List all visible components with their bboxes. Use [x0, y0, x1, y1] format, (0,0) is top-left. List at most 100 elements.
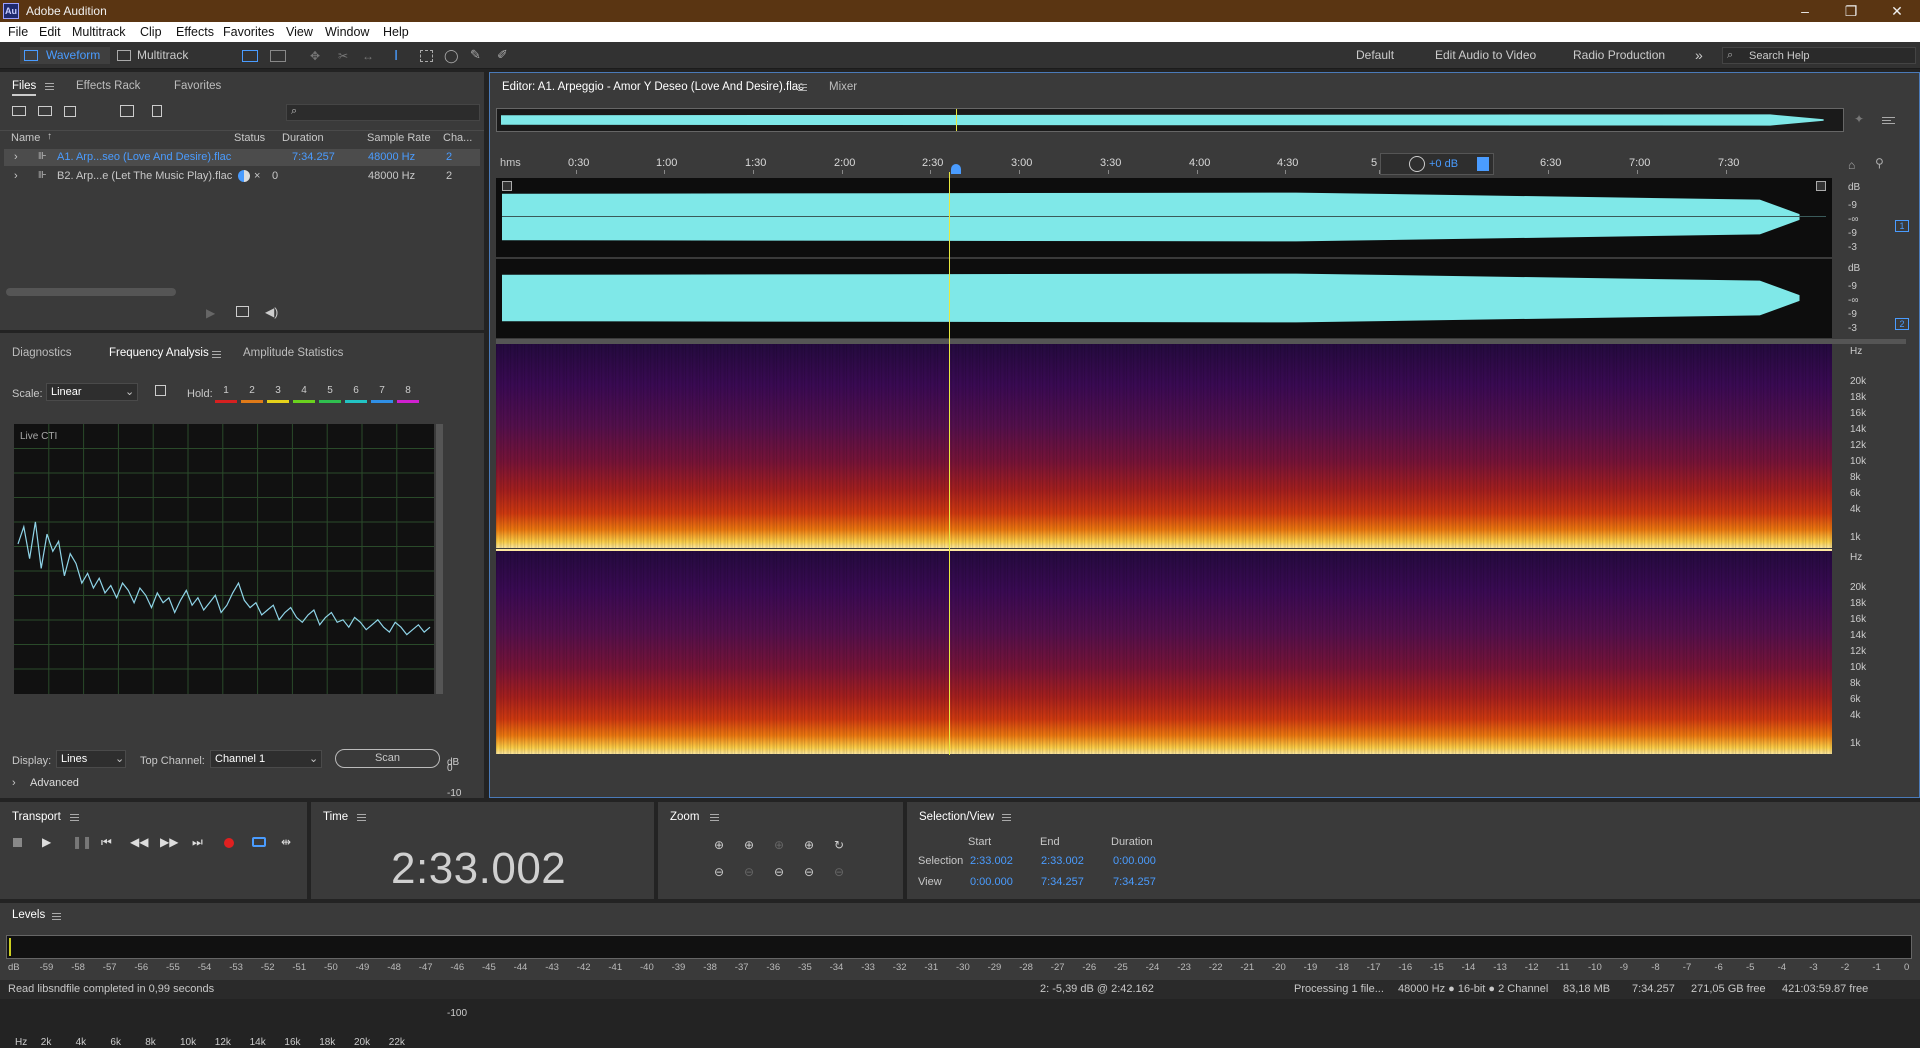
zoom-out-full-icon[interactable]: ⊖	[804, 865, 814, 879]
scale-dropdown[interactable]: Linear ⌄	[46, 383, 138, 401]
play-icon[interactable]: ▶	[42, 835, 51, 849]
zoom-in-amplitude-icon[interactable]: ⊕	[714, 838, 724, 852]
skip-to-start-icon[interactable]: ⏮	[101, 835, 112, 850]
rewind-icon[interactable]: ◀◀	[130, 835, 148, 849]
view-start[interactable]: 0:00.000	[970, 876, 1013, 888]
spectral-channel-2[interactable]	[496, 550, 1832, 754]
workspace-radio-production[interactable]: Radio Production	[1573, 47, 1665, 64]
zoom-in-amplitude-icon[interactable]: ✦	[1854, 112, 1864, 126]
brush-tool-icon[interactable]: ✎	[470, 47, 481, 63]
autoplay-icon[interactable]: ◀)	[265, 305, 278, 319]
volume-hud[interactable]: +0 dB	[1380, 153, 1494, 175]
tab-amplitude-statistics[interactable]: Amplitude Statistics	[243, 347, 343, 359]
close-button[interactable]: ✕	[1874, 0, 1920, 22]
advanced-expand-icon[interactable]: ›	[12, 777, 16, 789]
slip-tool-icon[interactable]: ↔	[362, 49, 374, 63]
expand-arrow-icon[interactable]: ›	[14, 170, 18, 182]
stop-icon[interactable]	[13, 838, 22, 847]
expand-arrow-icon[interactable]: ›	[14, 151, 18, 163]
waveform-channel-1[interactable]	[496, 178, 1832, 257]
panel-menu-icon[interactable]	[1002, 814, 1011, 821]
zoom-reset-icon[interactable]: ↻	[834, 838, 844, 852]
playhead-handle[interactable]	[951, 164, 961, 174]
loop-playback-icon[interactable]	[252, 837, 266, 847]
hold-button-7[interactable]: 7	[371, 382, 393, 404]
waveform-mode-button[interactable]: Waveform	[20, 47, 110, 64]
zoom-tracks-icon[interactable]: ⊖	[834, 865, 844, 879]
hold-button-5[interactable]: 5	[319, 382, 341, 404]
menu-multitrack[interactable]: Multitrack	[72, 25, 125, 39]
workspace-default[interactable]: Default	[1356, 47, 1394, 64]
zoom-out-time-icon[interactable]: ⊖	[744, 865, 754, 879]
panel-menu-icon[interactable]	[212, 351, 221, 358]
pin-icon[interactable]	[1477, 157, 1489, 171]
column-name[interactable]: Name	[11, 132, 40, 144]
column-channels[interactable]: Cha...	[443, 132, 472, 144]
tab-mixer[interactable]: Mixer	[829, 81, 857, 93]
menu-effects[interactable]: Effects	[176, 25, 214, 39]
play-preview-icon[interactable]: ▶	[206, 306, 215, 320]
table-row[interactable]: › ⊪ B2. Arp...e (Let The Music Play).fla…	[4, 168, 480, 185]
snap-icon[interactable]: ⌂	[1848, 158, 1855, 172]
waveform-channel-2[interactable]	[496, 259, 1832, 338]
editor-tab[interactable]: Editor: A1. Arpeggio - Amor Y Deseo (Lov…	[502, 81, 804, 93]
menu-file[interactable]: File	[8, 25, 28, 39]
panel-menu-icon[interactable]	[45, 83, 54, 90]
marquee-tool-icon[interactable]	[420, 50, 433, 62]
menu-help[interactable]: Help	[383, 25, 409, 39]
multitrack-mode-button[interactable]: Multitrack	[113, 47, 193, 64]
panel-options-icon[interactable]	[1882, 117, 1895, 124]
channel-badge-2[interactable]: 2	[1895, 318, 1909, 330]
pause-icon[interactable]: ❚❚	[72, 835, 92, 849]
advanced-label[interactable]: Advanced	[30, 777, 79, 789]
hold-button-1[interactable]: 1	[215, 382, 237, 404]
restore-button[interactable]: ❐	[1828, 0, 1874, 22]
menu-clip[interactable]: Clip	[140, 25, 162, 39]
menu-edit[interactable]: Edit	[39, 25, 61, 39]
zoom-full-icon[interactable]: ⊕	[774, 838, 784, 852]
panel-menu-icon[interactable]	[70, 814, 79, 821]
move-tool-icon[interactable]: ✥	[310, 49, 324, 63]
display-dropdown[interactable]: Lines ⌄	[56, 750, 126, 768]
lock-icon[interactable]	[155, 385, 166, 396]
workspace-edit-audio-to-video[interactable]: Edit Audio to Video	[1435, 47, 1536, 64]
view-end[interactable]: 7:34.257	[1041, 876, 1084, 888]
zoom-selection-icon[interactable]: ⊖	[774, 865, 784, 879]
column-sample-rate[interactable]: Sample Rate	[367, 132, 431, 144]
tab-effects-rack[interactable]: Effects Rack	[76, 80, 140, 92]
panel-menu-icon[interactable]	[52, 913, 61, 920]
time-display[interactable]: 2:33.002	[391, 844, 566, 894]
tab-favorites[interactable]: Favorites	[174, 80, 221, 92]
hold-button-4[interactable]: 4	[293, 382, 315, 404]
more-workspaces-button[interactable]: »	[1695, 47, 1703, 64]
insert-into-multitrack-icon[interactable]	[120, 105, 134, 117]
zoom-in-point-icon[interactable]: ⊕	[804, 838, 814, 852]
tab-files[interactable]: Files	[12, 80, 37, 96]
channel-1-options-icon[interactable]	[1816, 181, 1826, 191]
menu-window[interactable]: Window	[325, 25, 369, 39]
hold-button-8[interactable]: 8	[397, 382, 419, 404]
table-row[interactable]: › ⊪ A1. Arp...seo (Love And Desire).flac…	[4, 149, 480, 166]
search-help-box[interactable]: ⌕ Search Help	[1722, 47, 1916, 64]
search-help-input[interactable]: Search Help	[1749, 50, 1810, 62]
time-ruler[interactable]: hms 0:30 1:00 1:30 2:00 2:30 3:00 3:30 4:00 4:30…	[496, 154, 1896, 174]
channel-badge-1[interactable]: 1	[1895, 220, 1909, 232]
panel-menu-icon[interactable]	[710, 814, 719, 821]
files-search-input[interactable]: ⌕	[286, 104, 480, 121]
tab-diagnostics[interactable]: Diagnostics	[12, 347, 71, 359]
scan-button[interactable]: Scan	[335, 749, 440, 768]
hold-button-2[interactable]: 2	[241, 382, 263, 404]
open-file-icon[interactable]	[12, 106, 26, 116]
record-icon[interactable]	[224, 838, 234, 848]
spectral-view-icon[interactable]	[270, 50, 286, 62]
column-duration[interactable]: Duration	[282, 132, 324, 144]
menu-view[interactable]: View	[286, 25, 313, 39]
hold-button-6[interactable]: 6	[345, 382, 367, 404]
hold-button-3[interactable]: 3	[267, 382, 289, 404]
tab-frequency-analysis[interactable]: Frequency Analysis	[109, 347, 209, 359]
zoom-in-time-icon[interactable]: ⊕	[744, 838, 754, 852]
skip-to-end-icon[interactable]: ⏭	[192, 835, 203, 850]
top-channel-dropdown[interactable]: Channel 1 ⌄	[210, 750, 322, 768]
column-status[interactable]: Status	[234, 132, 265, 144]
fast-forward-icon[interactable]: ▶▶	[160, 835, 178, 849]
